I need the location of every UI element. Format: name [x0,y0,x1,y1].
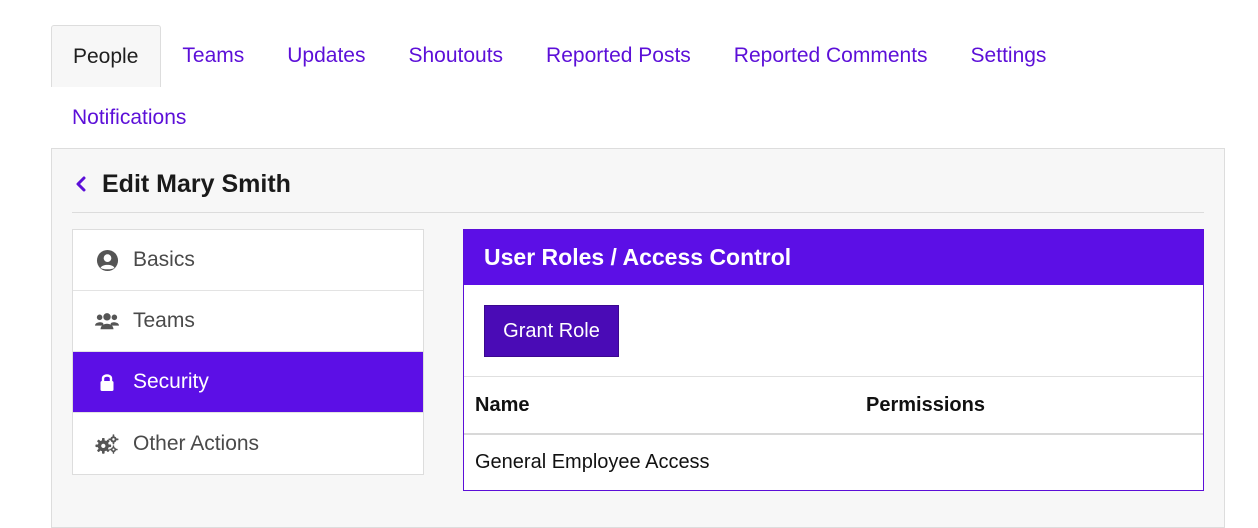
edit-person-panel: Edit Mary Smith Basics Teams Security Ot… [51,148,1225,528]
role-permissions-cell [855,434,1203,490]
gears-icon [95,432,119,456]
admin-tabs: People Teams Updates Shoutouts Reported … [51,25,1221,149]
tab-teams[interactable]: Teams [161,25,266,87]
sidebar-item-teams[interactable]: Teams [73,291,423,352]
back-button[interactable] [72,167,102,201]
tab-people[interactable]: People [51,25,162,87]
tab-updates[interactable]: Updates [266,25,387,87]
column-header-name: Name [464,377,855,435]
table-header-row: Name Permissions [464,377,1203,435]
page-title: Edit Mary Smith [102,170,291,198]
tab-notifications[interactable]: Notifications [51,87,208,149]
grant-role-button[interactable]: Grant Role [484,305,619,357]
roles-toolbar: Grant Role [464,285,1203,377]
table-row[interactable]: General Employee Access [464,434,1203,490]
sidebar-item-security[interactable]: Security [73,352,423,413]
roles-table: Name Permissions General Employee Access [464,377,1203,490]
page-header: Edit Mary Smith [72,167,1204,213]
user-circle-icon [95,248,119,272]
roles-card-title: User Roles / Access Control [464,230,1203,285]
sidebar-item-label: Security [133,370,209,393]
lock-icon [95,370,119,394]
users-icon [95,309,119,333]
sidebar: Basics Teams Security Other Actions [72,229,424,475]
chevron-left-icon [76,176,86,192]
tab-reported-posts[interactable]: Reported Posts [525,25,713,87]
tab-reported-comments[interactable]: Reported Comments [713,25,950,87]
column-header-permissions: Permissions [855,377,1203,435]
sidebar-item-basics[interactable]: Basics [73,230,423,291]
role-name-cell: General Employee Access [475,451,710,473]
sidebar-item-label: Basics [133,248,195,271]
sidebar-item-label: Other Actions [133,431,260,455]
tab-settings[interactable]: Settings [950,25,1069,87]
roles-card: User Roles / Access Control Grant Role N… [463,229,1204,491]
sidebar-item-label: Teams [133,309,195,332]
tab-shoutouts[interactable]: Shoutouts [387,25,525,87]
sidebar-item-other-actions[interactable]: Other Actions [73,413,423,474]
